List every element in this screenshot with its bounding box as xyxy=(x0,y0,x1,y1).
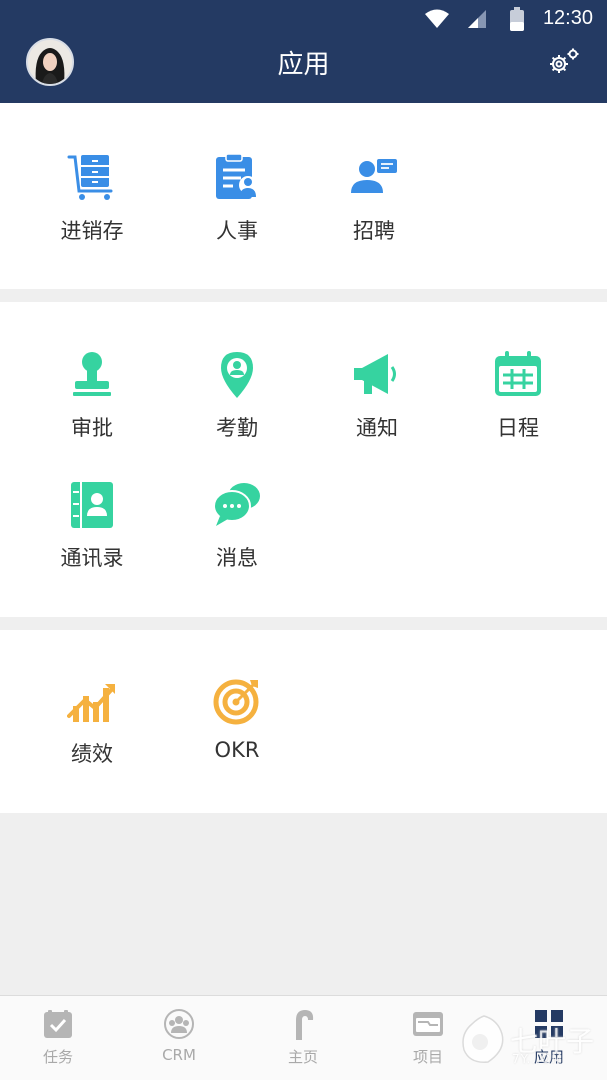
page-title: 应用 xyxy=(277,50,330,80)
wifi-icon xyxy=(425,9,449,28)
app-hr[interactable]: 人事 xyxy=(177,153,297,245)
status-time: 12:30 xyxy=(542,7,593,29)
signal-icon xyxy=(468,10,486,28)
notice-megaphone-icon xyxy=(354,354,396,394)
performance-chart-icon xyxy=(67,684,115,722)
app-schedule[interactable]: 日程 xyxy=(458,350,578,442)
nav-tab-tasks[interactable]: 任务 xyxy=(13,1008,103,1067)
app-notice[interactable]: 通知 xyxy=(317,350,437,442)
hr-clipboard-person-icon xyxy=(216,153,257,199)
app-label: 考勤 xyxy=(216,416,258,440)
crm-users-icon xyxy=(164,1009,194,1039)
nav-label: 主页 xyxy=(287,1048,318,1066)
project-folder-icon xyxy=(413,1012,443,1036)
schedule-calendar-icon xyxy=(495,351,541,396)
app-label: 消息 xyxy=(216,546,258,570)
leaf-logo-icon xyxy=(462,1015,504,1063)
okr-target-icon xyxy=(213,679,259,725)
app-label: OKR xyxy=(214,738,260,762)
app-section-performance: 绩效 OKR xyxy=(0,630,607,813)
app-section-office: 审批 考勤 通知 日程 通讯录 消息 xyxy=(0,302,607,617)
settings-gear-icon[interactable] xyxy=(545,46,581,78)
bottom-nav: 任务 CRM 主页 项目 应用 七叶子 7Y...OM xyxy=(0,995,607,1080)
app-recruit[interactable]: 招聘 xyxy=(314,153,434,245)
approval-stamp-icon xyxy=(73,352,111,396)
app-header: 12:30 应用 xyxy=(0,0,607,103)
attendance-location-pin-icon xyxy=(221,352,253,398)
status-bar: 12:30 xyxy=(0,0,607,36)
nav-tab-crm[interactable]: CRM xyxy=(134,1008,224,1064)
inventory-cart-icon xyxy=(67,155,113,200)
home-hook-icon xyxy=(296,1010,314,1040)
app-contacts[interactable]: 通讯录 xyxy=(32,480,152,572)
app-label: 审批 xyxy=(71,416,113,440)
task-check-icon xyxy=(44,1010,72,1038)
app-messages[interactable]: 消息 xyxy=(177,480,297,572)
nav-label: 任务 xyxy=(42,1048,73,1066)
app-label: 招聘 xyxy=(353,219,395,243)
watermark-url: 7Y...OM xyxy=(512,1052,563,1066)
app-performance[interactable]: 绩效 xyxy=(32,676,152,768)
app-label: 通讯录 xyxy=(60,546,124,570)
app-label: 进销存 xyxy=(60,219,124,243)
recruit-person-message-icon xyxy=(351,159,397,193)
app-attendance[interactable]: 考勤 xyxy=(177,350,297,442)
app-approval[interactable]: 审批 xyxy=(32,350,152,442)
app-inventory[interactable]: 进销存 xyxy=(32,153,152,245)
app-label: 绩效 xyxy=(71,742,113,766)
app-label: 人事 xyxy=(216,219,258,243)
app-okr[interactable]: OKR xyxy=(177,676,297,762)
app-label: 日程 xyxy=(497,416,539,440)
battery-icon xyxy=(510,7,524,31)
watermark: 七叶子 7Y...OM xyxy=(458,1010,598,1070)
contacts-book-icon xyxy=(71,482,113,528)
messages-chat-bubbles-icon xyxy=(213,483,260,526)
nav-tab-home[interactable]: 主页 xyxy=(258,1008,348,1067)
app-section-business: 进销存 人事 招聘 xyxy=(0,103,607,289)
nav-label: CRM xyxy=(162,1046,196,1064)
app-label: 通知 xyxy=(356,416,398,440)
